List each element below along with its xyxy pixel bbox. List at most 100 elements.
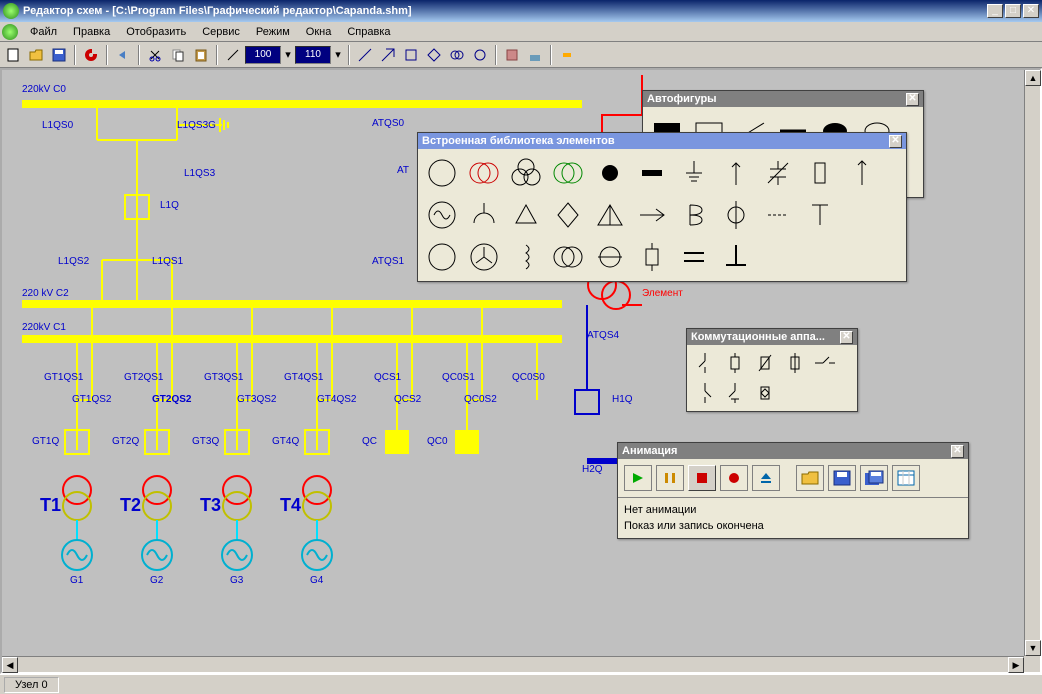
lib-wye-icon[interactable] — [464, 237, 504, 277]
lib-arrows-icon[interactable] — [632, 195, 672, 235]
close-button[interactable]: ✕ — [1023, 4, 1039, 18]
palette-switching-close[interactable]: ✕ — [840, 331, 853, 344]
anim-record-button[interactable] — [720, 465, 748, 491]
copy-button[interactable] — [167, 44, 189, 66]
palette-library-close[interactable]: ✕ — [889, 135, 902, 148]
lib-cap2-icon[interactable] — [674, 237, 714, 277]
palette-autoshapes-title[interactable]: Автофигуры ✕ — [643, 91, 923, 107]
anim-pause-button[interactable] — [656, 465, 684, 491]
palette-switching[interactable]: Коммутационные аппа... ✕ — [686, 328, 858, 412]
lib-capacitor-icon[interactable] — [758, 153, 798, 193]
lib-arrow-up-icon[interactable] — [716, 153, 756, 193]
palette-switching-title[interactable]: Коммутационные аппа... ✕ — [687, 329, 857, 345]
anim-saveall-button[interactable] — [860, 465, 888, 491]
lib-diamond-icon[interactable] — [548, 195, 588, 235]
palette-autoshapes-close[interactable]: ✕ — [906, 93, 919, 106]
lib-rectver-icon[interactable] — [800, 153, 840, 193]
scale-updown-2[interactable]: ▾ — [332, 44, 344, 66]
menu-edit[interactable]: Правка — [65, 24, 118, 40]
lib-triangle2-icon[interactable] — [590, 195, 630, 235]
sw-6-icon[interactable] — [691, 379, 719, 407]
tool-d[interactable] — [423, 44, 445, 66]
palette-library[interactable]: Встроенная библиотека элементов ✕ — [417, 132, 907, 282]
sw-7-icon[interactable] — [721, 379, 749, 407]
tool-f[interactable] — [469, 44, 491, 66]
lib-t-icon[interactable] — [800, 195, 840, 235]
save-button[interactable] — [48, 44, 70, 66]
lib-b-icon[interactable] — [674, 195, 714, 235]
tool-b[interactable] — [377, 44, 399, 66]
cut-button[interactable] — [144, 44, 166, 66]
lib-dash-icon[interactable] — [758, 195, 798, 235]
refresh-button[interactable] — [80, 44, 102, 66]
anim-stop-button[interactable] — [688, 465, 716, 491]
sw-5-icon[interactable] — [811, 349, 839, 377]
scroll-down-button[interactable]: ▼ — [1025, 640, 1041, 656]
lib-arrow-up2-icon[interactable] — [842, 153, 882, 193]
anim-play-button[interactable] — [624, 465, 652, 491]
label-t4: T4 — [280, 495, 301, 516]
label-gt2qs2: GT2QS2 — [152, 394, 191, 405]
vertical-scrollbar[interactable]: ▲ ▼ — [1024, 70, 1040, 656]
lib-ground-icon[interactable] — [674, 153, 714, 193]
tool-i[interactable] — [556, 44, 578, 66]
lib-sine-icon[interactable] — [422, 195, 462, 235]
lib-perp-icon[interactable] — [716, 237, 756, 277]
scroll-left-button[interactable]: ◀ — [2, 657, 18, 673]
lib-circles2-red-icon[interactable] — [464, 153, 504, 193]
menu-service[interactable]: Сервис — [194, 24, 248, 40]
lib-ct-icon[interactable] — [590, 237, 630, 277]
tool-e[interactable] — [446, 44, 468, 66]
lib-sq-line-icon[interactable] — [632, 237, 672, 277]
lib-twocircle-icon[interactable] — [548, 237, 588, 277]
sw-1-icon[interactable] — [691, 349, 719, 377]
scroll-right-button[interactable]: ▶ — [1008, 657, 1024, 673]
lib-circles2-green-icon[interactable] — [548, 153, 588, 193]
palette-library-title[interactable]: Встроенная библиотека элементов ✕ — [418, 133, 906, 149]
anim-eject-button[interactable] — [752, 465, 780, 491]
lib-phi-icon[interactable] — [716, 195, 756, 235]
menu-help[interactable]: Справка — [339, 24, 398, 40]
new-button[interactable] — [2, 44, 24, 66]
canvas[interactable]: 220kV C0 220 kV C2 220kV C1 L1QS0 L1QS3G… — [2, 70, 1024, 656]
minimize-button[interactable]: _ — [987, 4, 1003, 18]
anim-folder-button[interactable] — [796, 465, 824, 491]
sw-3-icon[interactable] — [751, 349, 779, 377]
menu-windows[interactable]: Окна — [298, 24, 340, 40]
tool-g[interactable] — [501, 44, 523, 66]
lib-circle2-icon[interactable] — [422, 237, 462, 277]
lib-circles3-icon[interactable] — [506, 153, 546, 193]
tool-a[interactable] — [354, 44, 376, 66]
sw-4-icon[interactable] — [781, 349, 809, 377]
lib-halfcircle-icon[interactable] — [464, 195, 504, 235]
anim-calendar-button[interactable] — [892, 465, 920, 491]
sw-8-icon[interactable] — [751, 379, 779, 407]
scale-input-2[interactable]: 110 — [295, 46, 331, 64]
menu-file[interactable]: Файл — [22, 24, 65, 40]
lib-bar-icon[interactable] — [632, 153, 672, 193]
lib-coil-icon[interactable] — [506, 237, 546, 277]
label-atqs1: ATQS1 — [372, 256, 404, 267]
palette-animation-close[interactable]: ✕ — [951, 445, 964, 458]
maximize-button[interactable]: □ — [1005, 4, 1021, 18]
anim-save-button[interactable] — [828, 465, 856, 491]
line-tool[interactable] — [222, 44, 244, 66]
paste-button[interactable] — [190, 44, 212, 66]
lib-dot-icon[interactable] — [590, 153, 630, 193]
scroll-up-button[interactable]: ▲ — [1025, 70, 1041, 86]
horizontal-scrollbar[interactable]: ◀ ▶ — [2, 656, 1024, 672]
scale-updown-1[interactable]: ▾ — [282, 44, 294, 66]
palette-animation-title[interactable]: Анимация ✕ — [618, 443, 968, 459]
open-button[interactable] — [25, 44, 47, 66]
menu-view[interactable]: Отобразить — [118, 24, 194, 40]
scale-input-1[interactable]: 100 — [245, 46, 281, 64]
menu-mode[interactable]: Режим — [248, 24, 298, 40]
lib-triangle-icon[interactable] — [506, 195, 546, 235]
palette-animation[interactable]: Анимация ✕ Нет анимации Показ или запись… — [617, 442, 969, 539]
lib-blank1-icon[interactable] — [842, 195, 882, 235]
lib-circle-icon[interactable] — [422, 153, 462, 193]
tool-c[interactable] — [400, 44, 422, 66]
sw-2-icon[interactable] — [721, 349, 749, 377]
tool-h[interactable] — [524, 44, 546, 66]
undo-button[interactable] — [112, 44, 134, 66]
